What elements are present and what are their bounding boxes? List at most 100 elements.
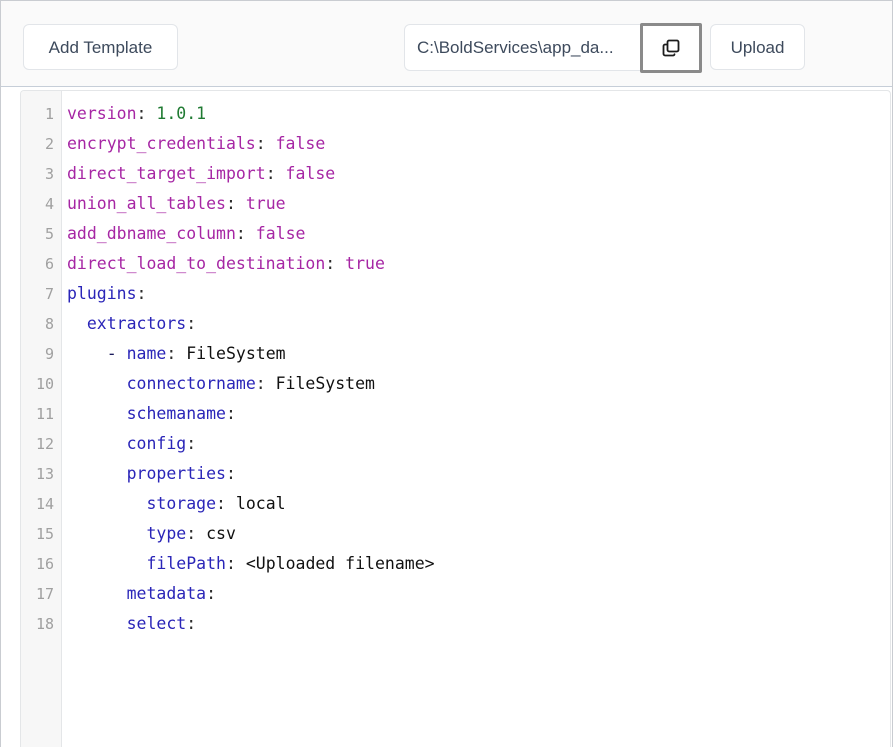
line-number: 13 (21, 459, 61, 489)
code-indent (67, 524, 146, 543)
yaml-colon: : (266, 164, 276, 183)
yaml-value: <Uploaded filename> (236, 554, 435, 573)
code-indent: - (67, 344, 127, 363)
yaml-colon: : (206, 584, 216, 603)
yaml-value: true (236, 194, 286, 213)
line-number: 17 (21, 579, 61, 609)
code-indent (67, 374, 127, 393)
yaml-key: schemaname (127, 404, 226, 423)
code-indent (67, 554, 146, 573)
yaml-value: false (246, 224, 306, 243)
yaml-colon: : (256, 134, 266, 153)
code-indent (67, 584, 127, 603)
code-line: encrypt_credentials: false (67, 129, 890, 159)
yaml-value: true (335, 254, 385, 273)
yaml-colon: : (137, 104, 147, 123)
yaml-colon: : (186, 434, 196, 453)
yaml-key: direct_load_to_destination (67, 254, 325, 273)
code-line: properties: (67, 459, 890, 489)
line-number: 7 (21, 279, 61, 309)
yaml-key: encrypt_credentials (67, 134, 256, 153)
yaml-colon: : (226, 554, 236, 573)
code-indent (67, 434, 127, 453)
yaml-colon: : (325, 254, 335, 273)
line-number: 11 (21, 399, 61, 429)
line-number: 12 (21, 429, 61, 459)
yaml-key: name (127, 344, 167, 363)
page-root: Add Template Upload 12345678910111213141… (0, 0, 893, 747)
editor-toolbar: Add Template Upload (1, 0, 892, 87)
yaml-key: select (127, 614, 187, 633)
yaml-colon: : (186, 524, 196, 543)
code-content-area[interactable]: version: 1.0.1encrypt_credentials: false… (62, 91, 890, 747)
yaml-key: add_dbname_column (67, 224, 236, 243)
code-line: metadata: (67, 579, 890, 609)
yaml-value: false (266, 134, 326, 153)
copy-path-button[interactable] (640, 23, 702, 73)
yaml-value: false (276, 164, 336, 183)
line-number: 5 (21, 219, 61, 249)
code-line: plugins: (67, 279, 890, 309)
yaml-value: local (226, 494, 286, 513)
add-template-button[interactable]: Add Template (23, 24, 178, 70)
code-line: direct_load_to_destination: true (67, 249, 890, 279)
yaml-value: FileSystem (176, 344, 285, 363)
code-line: storage: local (67, 489, 890, 519)
code-line: schemaname: (67, 399, 890, 429)
line-number: 18 (21, 609, 61, 639)
yaml-colon: : (137, 284, 147, 303)
line-number: 9 (21, 339, 61, 369)
code-indent (67, 464, 127, 483)
line-number: 10 (21, 369, 61, 399)
yaml-key: plugins (67, 284, 137, 303)
code-indent (67, 494, 146, 513)
file-path-field-group[interactable] (404, 24, 701, 71)
code-line: add_dbname_column: false (67, 219, 890, 249)
line-number: 3 (21, 159, 61, 189)
line-number: 1 (21, 99, 61, 129)
line-number: 6 (21, 249, 61, 279)
yaml-colon: : (226, 464, 236, 483)
yaml-key: storage (146, 494, 216, 513)
yaml-value: 1.0.1 (146, 104, 206, 123)
code-line: union_all_tables: true (67, 189, 890, 219)
code-line: config: (67, 429, 890, 459)
code-indent (67, 404, 127, 423)
yaml-colon: : (256, 374, 266, 393)
yaml-key: direct_target_import (67, 164, 266, 183)
yaml-colon: : (166, 344, 176, 363)
yaml-colon: : (226, 194, 236, 213)
line-number: 4 (21, 189, 61, 219)
yaml-key: connectorname (127, 374, 256, 393)
yaml-value: FileSystem (266, 374, 375, 393)
yaml-code-editor[interactable]: 123456789101112131415161718 version: 1.0… (20, 90, 891, 747)
line-number: 16 (21, 549, 61, 579)
yaml-key: extractors (87, 314, 186, 333)
yaml-key: metadata (127, 584, 206, 603)
code-line: version: 1.0.1 (67, 99, 890, 129)
code-line: extractors: (67, 309, 890, 339)
yaml-colon: : (226, 404, 236, 423)
yaml-colon: : (236, 224, 246, 243)
code-line: select: (67, 609, 890, 639)
code-line: direct_target_import: false (67, 159, 890, 189)
code-indent (67, 614, 127, 633)
code-line: - name: FileSystem (67, 339, 890, 369)
line-number: 2 (21, 129, 61, 159)
code-line: type: csv (67, 519, 890, 549)
code-line: filePath: <Uploaded filename> (67, 549, 890, 579)
line-number: 8 (21, 309, 61, 339)
yaml-colon: : (216, 494, 226, 513)
yaml-colon: : (186, 614, 196, 633)
upload-button[interactable]: Upload (710, 24, 805, 70)
code-indent (67, 314, 87, 333)
yaml-key: type (146, 524, 186, 543)
code-line: connectorname: FileSystem (67, 369, 890, 399)
line-number: 14 (21, 489, 61, 519)
yaml-key: config (127, 434, 187, 453)
yaml-key: filePath (146, 554, 225, 573)
yaml-key: union_all_tables (67, 194, 226, 213)
line-number: 15 (21, 519, 61, 549)
yaml-colon: : (186, 314, 196, 333)
line-number-gutter: 123456789101112131415161718 (21, 91, 62, 747)
